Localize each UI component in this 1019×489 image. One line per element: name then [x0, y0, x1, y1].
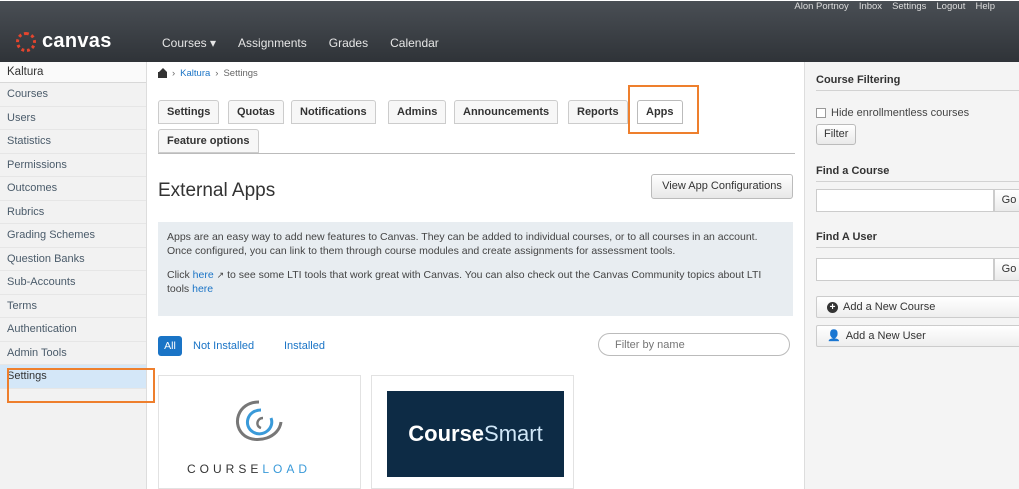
sidebar-item-permissions[interactable]: Permissions — [0, 154, 146, 177]
find-user-heading: Find A User — [816, 231, 877, 243]
top-header: Alon Portnoy Inbox Settings Logout Help … — [0, 0, 1019, 62]
tabs-divider — [158, 153, 795, 154]
breadcrumb-settings: Settings — [223, 68, 258, 79]
sidebar-item-grading-schemes[interactable]: Grading Schemes — [0, 224, 146, 248]
add-new-user-button[interactable]: 👤 Add a New User — [816, 325, 1019, 347]
logo-text: canvas — [42, 30, 112, 52]
canvas-logo-icon — [16, 31, 36, 52]
find-course-heading: Find a Course — [816, 165, 890, 177]
filter-by-name-input[interactable] — [598, 333, 790, 356]
nav-calendar[interactable]: Calendar — [390, 36, 439, 50]
app-card-coursesmart[interactable]: CourseSmart — [371, 375, 574, 489]
divider — [816, 181, 1019, 182]
settings-link[interactable]: Settings — [892, 1, 926, 12]
user-name-link[interactable]: Alon Portnoy — [794, 1, 848, 12]
breadcrumb: › Kaltura › Settings — [158, 68, 258, 79]
breadcrumb-sep: › — [215, 68, 219, 79]
info-paragraph-2: Click here ↗ to see some LTI tools that … — [167, 268, 784, 296]
courseload-wordmark: COURSELOAD — [187, 462, 311, 476]
right-sidebar: Course Filtering Hide enrollmentless cou… — [804, 62, 1019, 489]
sidebar-item-outcomes[interactable]: Outcomes — [0, 177, 146, 201]
app-filter-row: All Not Installed Installed — [158, 333, 795, 357]
help-link[interactable]: Help — [975, 1, 995, 12]
course-filtering-heading: Course Filtering — [816, 74, 901, 86]
nav-assignments[interactable]: Assignments — [238, 36, 307, 50]
sidebar-item-rubrics[interactable]: Rubrics — [0, 201, 146, 224]
info-box: Apps are an easy way to add new features… — [158, 222, 793, 316]
main-nav: Courses ▾ Assignments Grades Calendar — [162, 36, 439, 50]
filter-not-installed[interactable]: Not Installed — [193, 340, 254, 352]
sidebar-item-users[interactable]: Users — [0, 107, 146, 130]
sidebar-item-terms[interactable]: Terms — [0, 295, 146, 318]
filter-installed[interactable]: Installed — [284, 340, 325, 352]
logout-link[interactable]: Logout — [936, 1, 965, 12]
info-text: to see some LTI tools that work great wi… — [167, 269, 762, 295]
app-card-courseload[interactable]: COURSELOAD — [158, 375, 361, 489]
sidebar-item-authentication[interactable]: Authentication — [0, 318, 146, 342]
divider — [816, 247, 1019, 248]
sidebar-item-sub-accounts[interactable]: Sub-Accounts — [0, 271, 146, 295]
find-user-go-button[interactable]: Go — [994, 258, 1019, 281]
sidebar-item-courses[interactable]: Courses — [0, 83, 146, 107]
sidebar-item-statistics[interactable]: Statistics — [0, 130, 146, 154]
courseload-wordmark-a: COURSE — [187, 462, 263, 476]
tab-announcements[interactable]: Announcements — [454, 100, 559, 124]
add-course-label: Add a New Course — [843, 301, 936, 313]
community-topics-link[interactable]: here — [192, 283, 213, 295]
inbox-link[interactable]: Inbox — [859, 1, 882, 12]
add-user-label: Add a New User — [845, 330, 926, 342]
home-icon[interactable] — [158, 68, 167, 78]
filter-button[interactable]: Filter — [816, 124, 857, 145]
settings-highlight-box — [7, 368, 155, 403]
user-links: Alon Portnoy Inbox Settings Logout Help — [794, 1, 995, 12]
checkbox-icon[interactable] — [816, 108, 826, 118]
breadcrumb-kaltura[interactable]: Kaltura — [180, 68, 210, 79]
tab-quotas[interactable]: Quotas — [228, 100, 284, 124]
canvas-logo[interactable]: canvas — [16, 30, 112, 53]
nav-grades[interactable]: Grades — [329, 36, 368, 50]
tab-notifications[interactable]: Notifications — [291, 100, 376, 124]
sidebar-item-question-banks[interactable]: Question Banks — [0, 248, 146, 271]
tab-feature-options[interactable]: Feature options — [158, 129, 259, 153]
coursesmart-wordmark-b: Smart — [484, 421, 543, 446]
find-course-go-button[interactable]: Go — [994, 189, 1019, 212]
coursesmart-wordmark-a: Course — [408, 421, 485, 446]
account-sidebar: Kaltura Courses Users Statistics Permiss… — [0, 62, 147, 489]
nav-courses[interactable]: Courses ▾ — [162, 36, 216, 50]
add-new-course-button[interactable]: + Add a New Course — [816, 296, 1019, 318]
tab-admins[interactable]: Admins — [388, 100, 447, 124]
sidebar-title[interactable]: Kaltura — [0, 62, 146, 83]
sidebar-item-admin-tools[interactable]: Admin Tools — [0, 342, 146, 365]
filter-all-button[interactable]: All — [158, 336, 182, 356]
view-app-configurations-button[interactable]: View App Configurations — [651, 174, 793, 199]
lti-tools-link[interactable]: here — [193, 269, 214, 281]
apps-highlight-box — [628, 85, 699, 134]
find-user-input[interactable] — [816, 258, 994, 281]
divider — [816, 90, 1019, 91]
add-user-icon: 👤 — [827, 330, 841, 342]
checkbox-label: Hide enrollmentless courses — [831, 107, 970, 119]
plus-icon: + — [827, 301, 838, 313]
tab-reports[interactable]: Reports — [568, 100, 628, 124]
hide-enrollmentless-checkbox[interactable]: Hide enrollmentless courses — [816, 107, 969, 119]
courseload-logo-icon — [235, 400, 283, 441]
info-paragraph-1: Apps are an easy way to add new features… — [167, 231, 758, 257]
breadcrumb-sep: › — [172, 68, 176, 79]
find-course-input[interactable] — [816, 189, 994, 212]
info-text: Click — [167, 269, 193, 281]
tab-settings[interactable]: Settings — [158, 100, 220, 124]
page-title: External Apps — [158, 180, 276, 201]
courseload-wordmark-b: LOAD — [262, 462, 312, 476]
coursesmart-logo: CourseSmart — [387, 391, 564, 477]
